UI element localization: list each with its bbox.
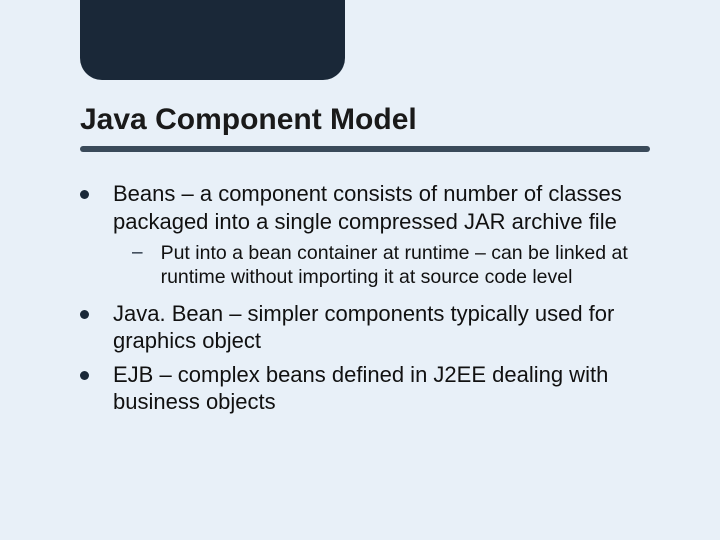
title-underline: [80, 146, 650, 152]
bullet-icon: [80, 190, 89, 199]
bullet-text: Beans – a component consists of number o…: [113, 180, 655, 235]
bullet-text: Java. Bean – simpler components typicall…: [113, 300, 655, 355]
bullet-item: Beans – a component consists of number o…: [80, 180, 655, 235]
dash-icon: –: [132, 242, 143, 264]
bullet-item: Java. Bean – simpler components typicall…: [80, 300, 655, 355]
slide-body: Beans – a component consists of number o…: [80, 180, 655, 422]
bullet-item: EJB – complex beans defined in J2EE deal…: [80, 361, 655, 416]
slide-header-decoration: [0, 0, 720, 80]
bullet-icon: [80, 371, 89, 380]
bullet-icon: [80, 310, 89, 319]
bullet-text: EJB – complex beans defined in J2EE deal…: [113, 361, 655, 416]
header-dark-block: [80, 0, 345, 80]
slide-title: Java Component Model: [80, 103, 417, 137]
sub-bullet-item: – Put into a bean container at runtime –…: [132, 241, 655, 290]
sub-bullet-text: Put into a bean container at runtime – c…: [161, 241, 655, 290]
